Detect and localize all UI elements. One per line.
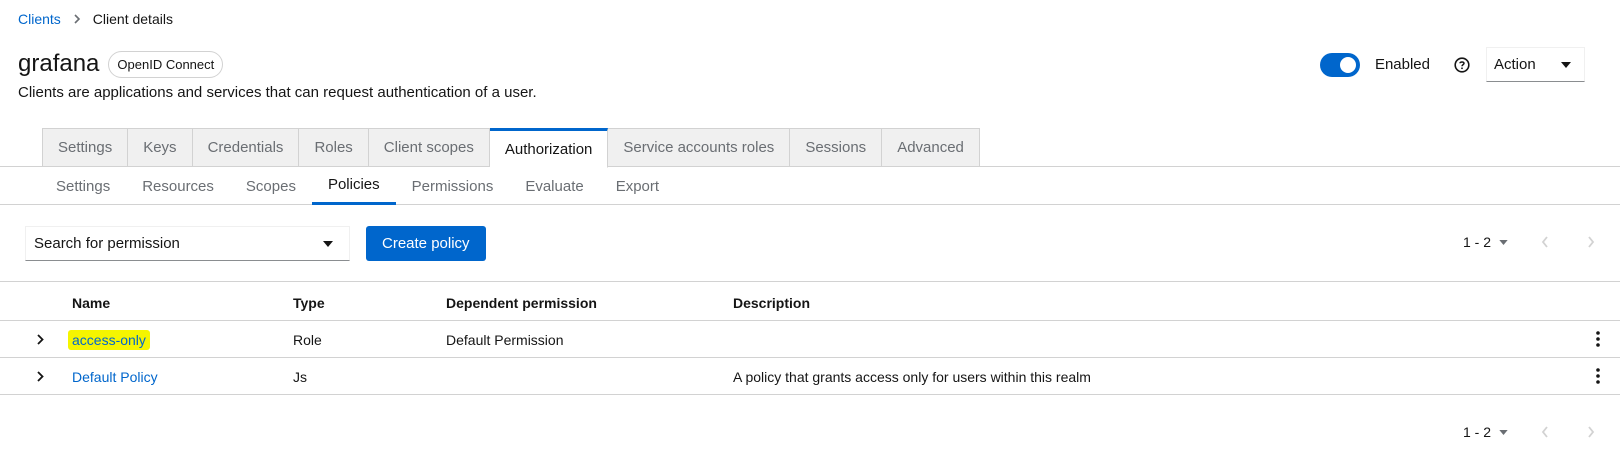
page-title: grafana [18, 50, 100, 77]
chevron-right-icon [73, 14, 81, 24]
action-dropdown-label: Action [1494, 56, 1536, 73]
caret-down-icon [1499, 239, 1508, 245]
pagination-bottom: 1 - 2 [1463, 424, 1600, 440]
authorization-subtabs: Settings Resources Scopes Policies Permi… [0, 167, 1620, 205]
subtab-evaluate[interactable]: Evaluate [509, 167, 599, 205]
policy-name-link[interactable]: access-only [68, 330, 150, 350]
angle-left-icon[interactable] [1536, 426, 1554, 438]
angle-right-icon[interactable] [1582, 426, 1600, 438]
toggle-knob [1339, 56, 1356, 73]
column-header-description: Description [733, 295, 811, 311]
subtab-policies[interactable]: Policies [311, 167, 396, 205]
pagination-top: 1 - 2 [1463, 234, 1600, 250]
ellipsis-vertical-icon[interactable] [1592, 367, 1604, 385]
policy-type: Role [293, 332, 322, 348]
caret-down-icon [323, 240, 333, 247]
subtab-resources[interactable]: Resources [126, 167, 230, 205]
tab-settings[interactable]: Settings [42, 128, 129, 167]
policies-table: Name Type Dependent permission Descripti… [0, 281, 1620, 395]
table-row: access-only Role Default Permission [0, 321, 1620, 358]
create-policy-button[interactable]: Create policy [366, 226, 486, 261]
table-header: Name Type Dependent permission Descripti… [0, 281, 1620, 321]
tab-sessions[interactable]: Sessions [790, 128, 883, 167]
action-dropdown[interactable]: Action [1486, 47, 1585, 82]
enabled-toggle[interactable] [1319, 52, 1360, 77]
tab-keys[interactable]: Keys [128, 128, 193, 167]
search-permission-label: Search for permission [34, 235, 180, 252]
chevron-right-icon[interactable] [33, 332, 47, 346]
header-controls: Enabled Action [1319, 47, 1585, 82]
protocol-badge: OpenID Connect [108, 50, 224, 78]
table-row: Default Policy Js A policy that grants a… [0, 358, 1620, 395]
column-header-name[interactable]: Name [72, 295, 110, 311]
client-tabs: Settings Keys Credentials Roles Client s… [0, 128, 1620, 168]
page-range: 1 - 2 [1462, 424, 1491, 440]
tab-credentials[interactable]: Credentials [192, 128, 300, 167]
column-header-dependent: Dependent permission [446, 295, 597, 311]
page-subtitle: Clients are applications and services th… [18, 84, 537, 101]
policy-name: access-only [68, 330, 150, 350]
per-page-dropdown[interactable]: 1 - 2 [1463, 234, 1508, 250]
subtab-permissions[interactable]: Permissions [396, 167, 510, 205]
policy-dependent-permission: Default Permission [446, 332, 564, 348]
tab-service-accounts-roles[interactable]: Service accounts roles [608, 128, 791, 167]
chevron-right-icon[interactable] [33, 369, 47, 383]
subtab-settings[interactable]: Settings [40, 167, 126, 205]
breadcrumb-clients-link[interactable]: Clients [18, 11, 61, 27]
question-circle-icon[interactable] [1452, 55, 1472, 75]
per-page-dropdown[interactable]: 1 - 2 [1463, 424, 1508, 440]
subtab-scopes[interactable]: Scopes [230, 167, 312, 205]
tab-advanced[interactable]: Advanced [882, 128, 980, 167]
tab-roles[interactable]: Roles [299, 128, 369, 167]
policies-toolbar: Search for permission Create policy [25, 226, 486, 261]
caret-down-icon [1561, 61, 1571, 68]
page-header: grafana OpenID Connect [18, 50, 224, 78]
policy-name: Default Policy [72, 369, 158, 385]
enabled-label: Enabled [1374, 56, 1430, 73]
caret-down-icon [1499, 429, 1508, 435]
subtab-export[interactable]: Export [600, 167, 675, 205]
angle-left-icon[interactable] [1536, 236, 1554, 248]
ellipsis-vertical-icon[interactable] [1592, 330, 1604, 348]
search-permission-dropdown[interactable]: Search for permission [25, 226, 350, 261]
breadcrumb: Clients Client details [18, 11, 173, 27]
column-header-type[interactable]: Type [293, 295, 325, 311]
angle-right-icon[interactable] [1582, 236, 1600, 248]
policy-description: A policy that grants access only for use… [733, 369, 1091, 385]
breadcrumb-current: Client details [92, 11, 173, 27]
policy-type: Js [293, 369, 307, 385]
tab-client-scopes[interactable]: Client scopes [368, 128, 490, 167]
policy-name-link[interactable]: Default Policy [72, 369, 158, 385]
tab-authorization[interactable]: Authorization [489, 128, 609, 168]
page-range: 1 - 2 [1462, 234, 1491, 250]
